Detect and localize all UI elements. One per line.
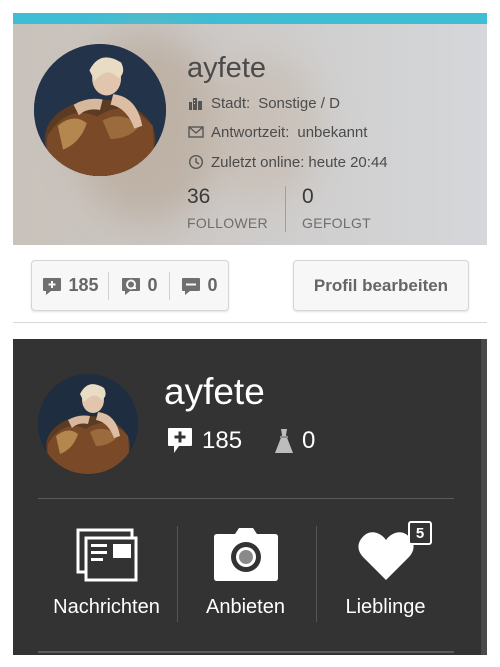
comment-plus-icon <box>43 277 62 295</box>
city-value: Sonstige / D <box>258 94 340 112</box>
messages-icon <box>76 528 138 582</box>
nav-item-lieblinge[interactable] <box>313 512 458 638</box>
favorites-badge: 5 <box>408 521 432 545</box>
question-bubble-icon <box>122 277 141 295</box>
message-bubble-icon <box>182 277 201 295</box>
avatar-photo <box>34 44 166 176</box>
profile-screen: { "top_card": { "username": "ayfete", "c… <box>0 0 500 667</box>
comment-plus-icon <box>168 428 192 453</box>
following-label[interactable]: GEFOLGT <box>302 215 371 231</box>
nav-label-lieblinge[interactable]: Lieblinge <box>313 596 458 619</box>
last-online-label: Zuletzt online: <box>211 153 305 171</box>
username: ayfete <box>187 52 266 84</box>
edit-profile-button[interactable]: Profil bearbeiten <box>293 260 469 311</box>
dark-dress-count: 0 <box>302 427 316 454</box>
accent-bar <box>13 13 487 24</box>
comments-counter[interactable]: 185 <box>32 261 108 310</box>
dress-icon <box>275 429 294 453</box>
followers-label[interactable]: FOLLOWER <box>187 215 268 231</box>
avatar-photo <box>38 374 138 474</box>
dark-comments-count: 185 <box>202 427 243 454</box>
city-label: Stadt: <box>211 94 251 112</box>
city-icon <box>187 94 205 112</box>
questions-counter[interactable]: 0 <box>109 261 169 310</box>
nav-item-anbieten[interactable] <box>173 512 318 638</box>
followers-count[interactable]: 36 <box>187 185 210 209</box>
camera-icon <box>214 528 278 581</box>
city-row: Stadt: Sonstige / D <box>187 93 340 113</box>
counters-group: 185 0 0 <box>31 260 229 311</box>
comments-count: 185 <box>68 275 99 295</box>
following-count[interactable]: 0 <box>302 185 314 209</box>
last-online-value: heute 20:44 <box>308 153 388 171</box>
panel-bottom-line <box>38 651 454 653</box>
dark-avatar[interactable] <box>38 374 138 474</box>
response-time-row: Antwortzeit: unbekannt <box>187 122 367 142</box>
last-online-row: Zuletzt online: heute 20:44 <box>187 152 388 172</box>
response-time-value: unbekannt <box>297 123 368 141</box>
dark-username: ayfete <box>164 371 265 412</box>
avatar[interactable] <box>34 44 166 176</box>
envelope-icon <box>187 123 205 141</box>
stats-divider <box>285 186 286 232</box>
messages-count: 0 <box>207 275 218 295</box>
nav-label-nachrichten[interactable]: Nachrichten <box>34 596 179 619</box>
section-divider <box>13 322 487 323</box>
panel-edge <box>481 339 487 655</box>
clock-icon <box>187 153 205 171</box>
dark-stats-row: 185 0 <box>166 424 315 458</box>
messages-counter[interactable]: 0 <box>170 261 228 310</box>
response-time-label: Antwortzeit: <box>211 123 290 141</box>
questions-count: 0 <box>147 275 158 295</box>
nav-item-nachrichten[interactable] <box>34 512 179 638</box>
heart-icon <box>358 532 414 580</box>
nav-label-anbieten[interactable]: Anbieten <box>173 596 318 619</box>
panel-divider <box>38 498 454 499</box>
